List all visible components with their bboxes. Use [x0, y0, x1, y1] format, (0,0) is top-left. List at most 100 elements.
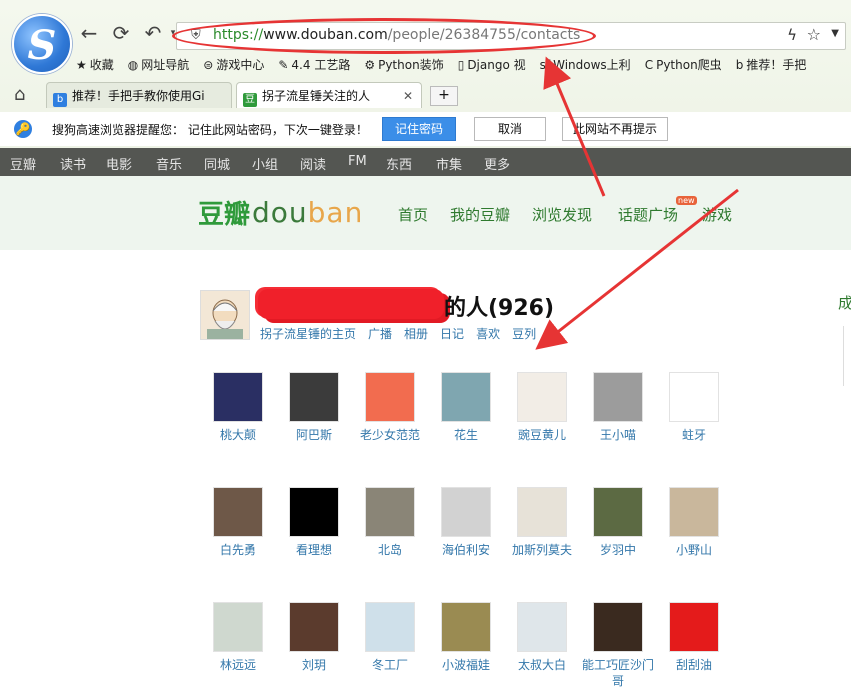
contact-avatar[interactable]	[213, 602, 263, 652]
contact-item[interactable]: 刮刮油	[656, 602, 732, 673]
lightning-icon[interactable]: ϟ	[787, 26, 797, 44]
contact-name[interactable]: 阿巴斯	[276, 427, 352, 443]
contact-name[interactable]: 加斯列莫夫	[504, 542, 580, 558]
contact-avatar[interactable]	[365, 487, 415, 537]
contact-item[interactable]: 阿巴斯	[276, 372, 352, 443]
douban-logo-cn[interactable]: 豆瓣	[198, 194, 250, 231]
global-nav-item[interactable]: 东西	[386, 154, 412, 173]
bookmark-item[interactable]: b 推荐！手把	[736, 56, 807, 73]
contact-avatar[interactable]	[365, 602, 415, 652]
contact-avatar[interactable]	[289, 602, 339, 652]
avatar[interactable]	[200, 290, 250, 340]
new-tab-button[interactable]: +	[430, 86, 458, 106]
main-nav-item[interactable]: 话题广场	[618, 204, 678, 225]
contact-item[interactable]: 岁羽中	[580, 487, 656, 558]
undo-icon[interactable]: ↶	[142, 22, 164, 44]
profile-sublink[interactable]: 拐子流星锤的主页	[260, 327, 356, 341]
contact-item[interactable]: 王小喵	[580, 372, 656, 443]
contact-avatar[interactable]	[593, 487, 643, 537]
contact-item[interactable]: 蛀牙	[656, 372, 732, 443]
cancel-button[interactable]: 取消	[474, 117, 546, 141]
contact-item[interactable]: 冬工厂	[352, 602, 428, 673]
contact-avatar[interactable]	[365, 372, 415, 422]
contact-item[interactable]: 能工巧匠沙门哥	[580, 602, 656, 689]
bookmark-item[interactable]: C Python爬虫	[645, 56, 722, 73]
contact-name[interactable]: 王小喵	[580, 427, 656, 443]
global-nav-item[interactable]: 市集	[436, 154, 462, 173]
contact-name[interactable]: 能工巧匠沙门哥	[580, 657, 656, 689]
contact-avatar[interactable]	[213, 487, 263, 537]
contact-avatar[interactable]	[289, 372, 339, 422]
bookmark-item[interactable]: ★ 收藏	[76, 56, 114, 73]
address-dropdown-icon[interactable]: ▼	[831, 28, 839, 39]
contact-avatar[interactable]	[289, 487, 339, 537]
bookmark-item[interactable]: ▯ Django 视	[458, 56, 526, 73]
contact-avatar[interactable]	[517, 372, 567, 422]
back-icon[interactable]: ←	[78, 22, 100, 44]
contact-name[interactable]: 花生	[428, 427, 504, 443]
contact-name[interactable]: 北岛	[352, 542, 428, 558]
contact-avatar[interactable]	[517, 602, 567, 652]
bookmark-item[interactable]: ⊜ 游戏中心	[203, 56, 264, 73]
contact-name[interactable]: 桃大颠	[200, 427, 276, 443]
contact-name[interactable]: 岁羽中	[580, 542, 656, 558]
contact-item[interactable]: 桃大颠	[200, 372, 276, 443]
tab-recommend[interactable]: b 推荐！手把手教你使用Gi	[46, 82, 232, 108]
contact-name[interactable]: 刮刮油	[656, 657, 732, 673]
contact-name[interactable]: 小野山	[656, 542, 732, 558]
close-tab-icon[interactable]: ✕	[403, 83, 413, 109]
contact-item[interactable]: 小野山	[656, 487, 732, 558]
contact-name[interactable]: 看理想	[276, 542, 352, 558]
never-prompt-button[interactable]: 此网站不再提示	[562, 117, 668, 141]
bookmark-star-icon[interactable]: ☆	[807, 25, 821, 44]
contact-item[interactable]: 北岛	[352, 487, 428, 558]
contact-item[interactable]: 白先勇	[200, 487, 276, 558]
contact-item[interactable]: 林远远	[200, 602, 276, 673]
contact-name[interactable]: 太叔大白	[504, 657, 580, 673]
contact-item[interactable]: 刘玥	[276, 602, 352, 673]
global-nav-item[interactable]: 同城	[204, 154, 230, 173]
refresh-icon[interactable]: ⟳	[110, 22, 132, 44]
global-nav-item[interactable]: 豆瓣	[10, 154, 36, 173]
home-icon[interactable]: ⌂	[14, 84, 25, 105]
contact-item[interactable]: 看理想	[276, 487, 352, 558]
contact-avatar[interactable]	[213, 372, 263, 422]
profile-sublink[interactable]: 广播	[368, 327, 392, 341]
global-nav-item[interactable]: 读书	[60, 154, 86, 173]
main-nav-item[interactable]: 我的豆瓣	[450, 204, 510, 225]
contact-avatar[interactable]	[517, 487, 567, 537]
contact-avatar[interactable]	[441, 487, 491, 537]
global-nav-item[interactable]: 小组	[252, 154, 278, 173]
douban-logo-en[interactable]: douban	[252, 196, 363, 229]
tab-douban[interactable]: 豆拐子流星锤关注的人 ✕	[236, 82, 422, 108]
contact-item[interactable]: 小波福娃	[428, 602, 504, 673]
contact-avatar[interactable]	[669, 372, 719, 422]
main-nav-item[interactable]: 游戏	[702, 204, 732, 225]
profile-sublink[interactable]: 相册	[404, 327, 428, 341]
profile-sublink[interactable]: 豆列	[512, 327, 536, 341]
profile-sublink[interactable]: 喜欢	[476, 327, 500, 341]
contact-name[interactable]: 小波福娃	[428, 657, 504, 673]
main-nav-item[interactable]: 浏览发现	[532, 204, 592, 225]
profile-sublink[interactable]: 日记	[440, 327, 464, 341]
bookmark-item[interactable]: sf Windows上利	[540, 56, 631, 73]
contact-name[interactable]: 蛀牙	[656, 427, 732, 443]
sogou-logo[interactable]: S	[12, 14, 72, 74]
global-nav-item[interactable]: 音乐	[156, 154, 182, 173]
contact-name[interactable]: 冬工厂	[352, 657, 428, 673]
contact-item[interactable]: 加斯列莫夫	[504, 487, 580, 558]
contact-name[interactable]: 老少女范范	[352, 427, 428, 443]
global-nav-item[interactable]: 阅读	[300, 154, 326, 173]
contact-item[interactable]: 海伯利安	[428, 487, 504, 558]
contact-avatar[interactable]	[593, 602, 643, 652]
contact-name[interactable]: 海伯利安	[428, 542, 504, 558]
contact-avatar[interactable]	[441, 372, 491, 422]
contact-item[interactable]: 老少女范范	[352, 372, 428, 443]
contact-item[interactable]: 豌豆黄儿	[504, 372, 580, 443]
main-nav-item[interactable]: 首页	[398, 204, 428, 225]
contact-avatar[interactable]	[669, 602, 719, 652]
global-nav-item[interactable]: FM	[348, 154, 367, 169]
bookmark-item[interactable]: ✎ 4.4 工艺路	[278, 56, 350, 73]
save-password-button[interactable]: 记住密码	[382, 117, 456, 141]
global-nav-item[interactable]: 更多	[484, 154, 510, 173]
